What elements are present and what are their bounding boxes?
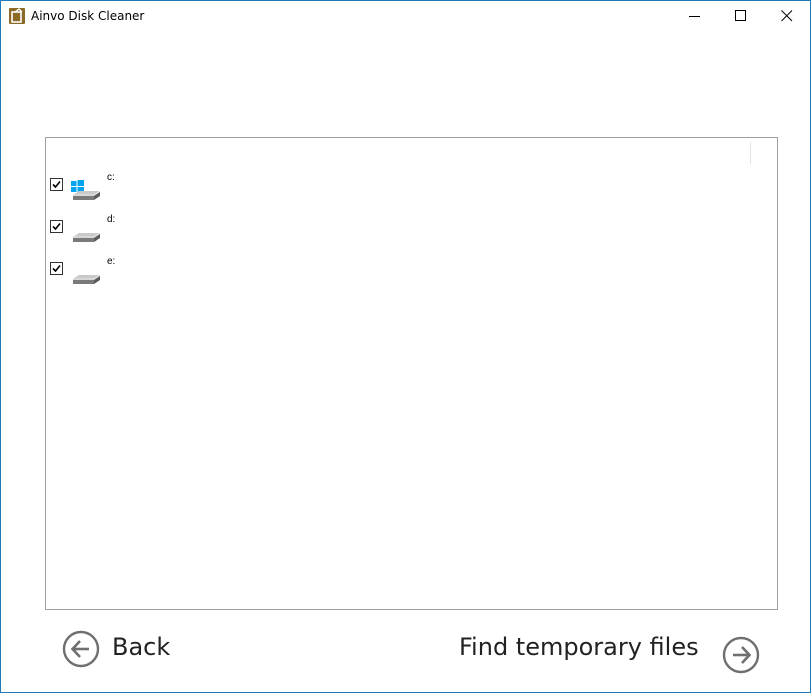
drive-e-checkbox[interactable] xyxy=(50,262,63,275)
close-button[interactable] xyxy=(764,1,810,31)
arrow-right-circle-icon xyxy=(722,636,760,674)
drive-item-d[interactable]: d: xyxy=(50,214,150,250)
find-temporary-files-button[interactable]: Find temporary files xyxy=(456,629,766,677)
minimize-button[interactable] xyxy=(672,1,718,31)
maximize-button[interactable] xyxy=(718,1,764,31)
window-title: Ainvo Disk Cleaner xyxy=(31,9,145,23)
drive-item-e[interactable]: e: xyxy=(50,256,150,292)
app-icon xyxy=(9,8,25,24)
app-window: Ainvo Disk Cleaner c: d: e: Back Find te… xyxy=(0,0,811,693)
drive-label: c: xyxy=(107,172,115,183)
panel-divider xyxy=(750,142,751,164)
drive-label: d: xyxy=(107,214,116,225)
system-drive-icon xyxy=(71,180,101,200)
find-temporary-files-label: Find temporary files xyxy=(459,633,699,661)
drive-list-panel: c: d: e: xyxy=(45,137,778,610)
drive-c-checkbox[interactable] xyxy=(50,178,63,191)
back-button[interactable]: Back xyxy=(62,629,202,669)
title-bar[interactable]: Ainvo Disk Cleaner xyxy=(1,1,810,31)
drive-d-checkbox[interactable] xyxy=(50,220,63,233)
drive-item-c[interactable]: c: xyxy=(50,172,150,208)
maximize-icon xyxy=(735,10,746,21)
arrow-left-circle-icon xyxy=(62,630,100,668)
checkmark-icon xyxy=(52,264,61,273)
checkmark-icon xyxy=(52,180,61,189)
drive-icon xyxy=(73,274,101,284)
drive-label: e: xyxy=(107,256,116,267)
drive-icon xyxy=(73,232,101,242)
minimize-icon xyxy=(689,16,700,17)
checkmark-icon xyxy=(52,222,61,231)
close-icon xyxy=(781,10,793,22)
back-label: Back xyxy=(112,633,171,661)
